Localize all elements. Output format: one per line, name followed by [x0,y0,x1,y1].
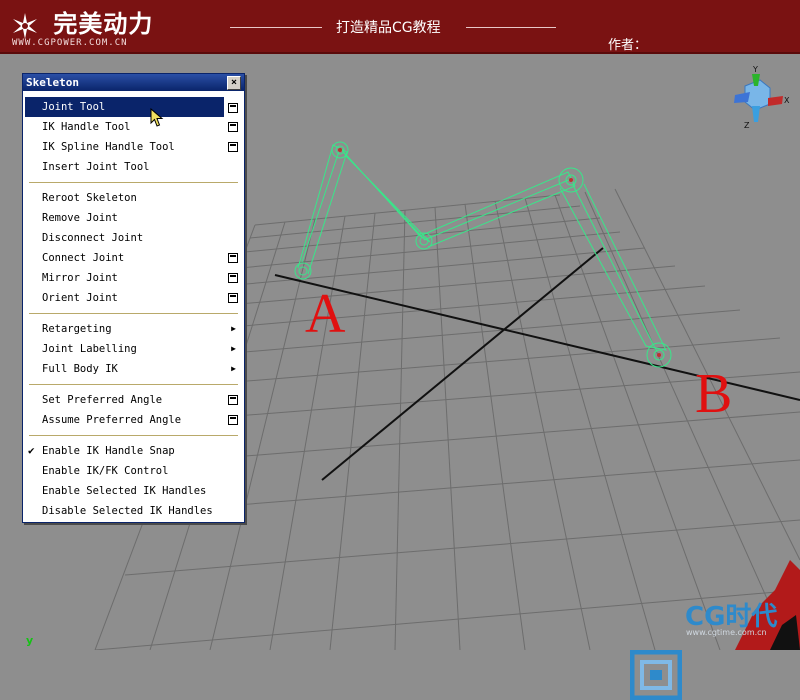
menu-item-label: Connect Joint [42,252,125,264]
menu-item-ik-handle-tool[interactable]: IK Handle Tool [23,117,244,137]
svg-text:Y: Y [752,65,758,74]
menu-item-reroot-skeleton[interactable]: Reroot Skeleton [23,188,244,208]
menu-item-label: Mirror Joint [42,272,118,284]
option-box-icon[interactable] [228,253,238,263]
point-label-b: B [695,363,733,425]
menu-item-label: Reroot Skeleton [42,192,137,204]
tagline-line-right [466,27,556,28]
menu-item-label: Joint Labelling [42,343,137,355]
menu-item-enable-ik-fk-control[interactable]: Enable IK/FK Control [23,461,244,481]
author-label: 作者： [608,38,648,53]
menu-item-label: Retargeting [42,323,112,335]
menu-item-label: Orient Joint [42,292,118,304]
menu-item-retargeting[interactable]: Retargeting ▶ [23,319,244,339]
close-button[interactable]: × [227,76,241,90]
menu-title-bar[interactable]: Skeleton × [23,74,244,91]
menu-item-label: Enable IK Handle Snap [42,445,175,457]
menu-separator [29,435,238,437]
menu-item-label: IK Spline Handle Tool [42,141,175,153]
header-banner: 完美动力 WWW.CGPOWER.COM.CN 打造精品CG教程 作者： [0,0,800,54]
skeleton-menu[interactable]: Skeleton × Joint Tool IK Handle Tool IK … [22,73,245,523]
option-box-icon[interactable] [228,293,238,303]
menu-item-disconnect-joint[interactable]: Disconnect Joint [23,228,244,248]
menu-item-connect-joint[interactable]: Connect Joint [23,248,244,268]
menu-item-insert-joint-tool[interactable]: Insert Joint Tool [23,157,244,177]
option-box-icon[interactable] [228,395,238,405]
menu-item-label: Enable Selected IK Handles [42,485,207,497]
menu-title: Skeleton [26,76,79,89]
option-box-icon[interactable] [228,103,238,113]
mouse-cursor-icon [150,108,164,127]
menu-item-ik-spline-handle-tool[interactable]: IK Spline Handle Tool [23,137,244,157]
axis-z-line [321,247,604,481]
menu-item-label: Disconnect Joint [42,232,144,244]
menu-item-mirror-joint[interactable]: Mirror Joint [23,268,244,288]
svg-text:X: X [784,96,790,105]
menu-item-joint-tool[interactable]: Joint Tool [25,97,224,117]
brand-name: 完美动力 [53,9,154,38]
option-box-icon[interactable] [228,415,238,425]
menu-item-label: IK Handle Tool [42,121,131,133]
menu-item-label: Set Preferred Angle [42,394,163,406]
menu-item-remove-joint[interactable]: Remove Joint [23,208,244,228]
tagline-line-left [230,27,322,28]
point-label-a: A [305,283,346,345]
menu-item-assume-preferred-angle[interactable]: Assume Preferred Angle [23,410,244,430]
option-box-icon[interactable] [228,273,238,283]
menu-item-enable-selected-ik-handles[interactable]: Enable Selected IK Handles [23,481,244,501]
menu-item-joint-labelling[interactable]: Joint Labelling ▶ [23,339,244,359]
menu-item-set-preferred-angle[interactable]: Set Preferred Angle [23,390,244,410]
menu-item-enable-ik-handle-snap[interactable]: ✔ Enable IK Handle Snap [23,441,244,461]
view-cube-icon[interactable]: Y X Z [734,65,790,130]
joint-chain[interactable] [294,141,672,368]
menu-item-label: Remove Joint [42,212,118,224]
menu-item-label: Assume Preferred Angle [42,414,182,426]
submenu-arrow-icon: ▶ [231,324,236,333]
menu-item-label: Enable IK/FK Control [42,465,169,477]
menu-item-label: Full Body IK [42,363,118,375]
cgtime-url: www.cgtime.com.cn [686,628,767,637]
brand-star-icon [13,12,37,39]
menu-item-label: Disable Selected IK Handles [42,505,213,517]
menu-item-label: Insert Joint Tool [42,161,150,173]
menu-separator [29,313,238,315]
menu-item-label: Joint Tool [42,101,106,113]
option-box-icon[interactable] [228,142,238,152]
svg-text:Z: Z [744,121,750,130]
menu-separator [29,384,238,386]
axis-y-label: y [26,634,34,647]
brand-url: WWW.CGPOWER.COM.CN [12,38,128,48]
menu-item-full-body-ik[interactable]: Full Body IK ▶ [23,359,244,379]
brand-logo: 完美动力 [10,4,153,41]
menu-item-disable-selected-ik-handles[interactable]: Disable Selected IK Handles [23,501,244,521]
submenu-arrow-icon: ▶ [231,344,236,353]
tagline: 打造精品CG教程 [336,20,441,36]
checkmark-icon: ✔ [28,444,35,457]
option-box-icon[interactable] [228,122,238,132]
menu-separator [29,182,238,184]
menu-item-orient-joint[interactable]: Orient Joint [23,288,244,308]
submenu-arrow-icon: ▶ [231,364,236,373]
